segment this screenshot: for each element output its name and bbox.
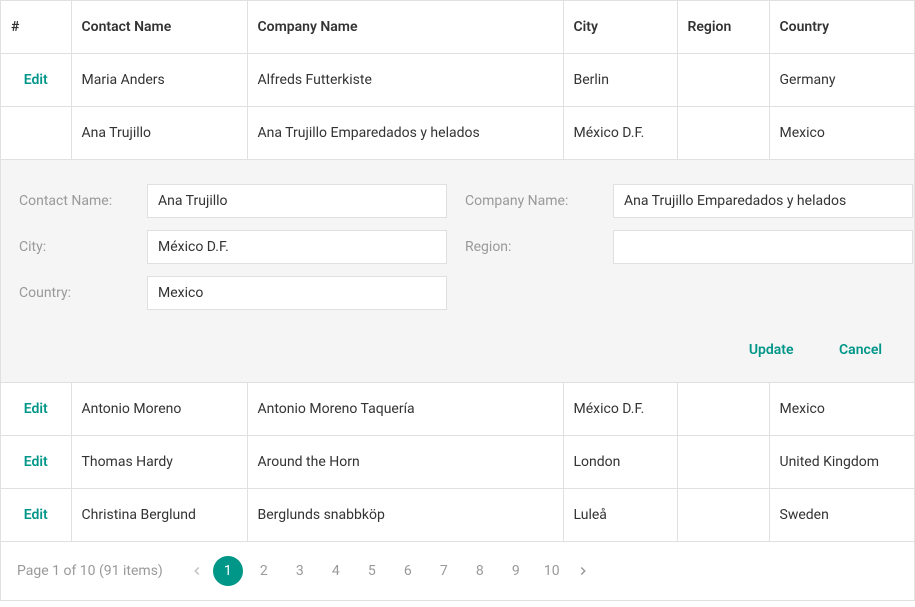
cell-city: México D.F. [563, 383, 677, 436]
input-country[interactable] [147, 276, 447, 310]
cell-contact: Christina Berglund [71, 489, 247, 542]
page-button-6[interactable]: 6 [393, 556, 423, 586]
page-button-4[interactable]: 4 [321, 556, 351, 586]
input-company[interactable] [613, 184, 913, 218]
cell-contact: Ana Trujillo [71, 107, 247, 160]
cell-country: Mexico [769, 383, 914, 436]
col-header-city[interactable]: City [563, 1, 677, 54]
table-row: Edit Maria Anders Alfreds Futterkiste Be… [1, 54, 914, 107]
edit-button[interactable]: Edit [1, 436, 71, 489]
page-button-7[interactable]: 7 [429, 556, 459, 586]
col-header-contact[interactable]: Contact Name [71, 1, 247, 54]
cell-region [677, 436, 769, 489]
table-row: Edit Thomas Hardy Around the Horn London… [1, 436, 914, 489]
cell-region [677, 54, 769, 107]
cell-company: Antonio Moreno Taquería [247, 383, 563, 436]
cell-city: Luleå [563, 489, 677, 542]
table-row: Ana Trujillo Ana Trujillo Emparedados y … [1, 107, 914, 160]
cell-region [677, 489, 769, 542]
prev-page-button[interactable] [187, 556, 207, 586]
edit-form-row: Contact Name: Company Name: City: Region… [1, 160, 914, 383]
cell-contact: Antonio Moreno [71, 383, 247, 436]
edit-button[interactable]: Edit [1, 383, 71, 436]
cell-country: United Kingdom [769, 436, 914, 489]
input-contact[interactable] [147, 184, 447, 218]
cell-contact: Thomas Hardy [71, 436, 247, 489]
next-page-button[interactable] [573, 556, 593, 586]
page-button-10[interactable]: 10 [537, 556, 567, 586]
page-button-8[interactable]: 8 [465, 556, 495, 586]
col-header-action[interactable]: # [1, 1, 71, 54]
label-company: Company Name: [465, 193, 595, 209]
page-button-9[interactable]: 9 [501, 556, 531, 586]
cell-region [677, 107, 769, 160]
grid-table: # Contact Name Company Name City Region … [1, 1, 914, 542]
pager-info: Page 1 of 10 (91 items) [17, 563, 163, 579]
cell-company: Alfreds Futterkiste [247, 54, 563, 107]
table-row: Edit Christina Berglund Berglunds snabbk… [1, 489, 914, 542]
col-header-region[interactable]: Region [677, 1, 769, 54]
input-city[interactable] [147, 230, 447, 264]
cancel-button[interactable]: Cancel [825, 336, 896, 364]
edit-button-placeholder [1, 107, 71, 160]
edit-button[interactable]: Edit [1, 54, 71, 107]
col-header-company[interactable]: Company Name [247, 1, 563, 54]
cell-city: México D.F. [563, 107, 677, 160]
page-button-3[interactable]: 3 [285, 556, 315, 586]
col-header-country[interactable]: Country [769, 1, 914, 54]
page-button-5[interactable]: 5 [357, 556, 387, 586]
cell-country: Germany [769, 54, 914, 107]
data-grid: # Contact Name Company Name City Region … [0, 0, 915, 601]
input-region[interactable] [613, 230, 913, 264]
cell-contact: Maria Anders [71, 54, 247, 107]
label-country: Country: [19, 285, 129, 301]
cell-country: Mexico [769, 107, 914, 160]
label-contact: Contact Name: [19, 193, 129, 209]
pager: Page 1 of 10 (91 items) 1 2 3 4 5 6 7 8 … [1, 542, 914, 600]
label-region: Region: [465, 239, 595, 255]
label-city: City: [19, 239, 129, 255]
cell-company: Around the Horn [247, 436, 563, 489]
chevron-right-icon [576, 564, 590, 578]
cell-country: Sweden [769, 489, 914, 542]
chevron-left-icon [190, 564, 204, 578]
page-button-2[interactable]: 2 [249, 556, 279, 586]
update-button[interactable]: Update [735, 336, 808, 364]
cell-city: London [563, 436, 677, 489]
page-button-1[interactable]: 1 [213, 556, 243, 586]
edit-button[interactable]: Edit [1, 489, 71, 542]
cell-company: Berglunds snabbköp [247, 489, 563, 542]
table-row: Edit Antonio Moreno Antonio Moreno Taque… [1, 383, 914, 436]
cell-city: Berlin [563, 54, 677, 107]
cell-company: Ana Trujillo Emparedados y helados [247, 107, 563, 160]
edit-form: Contact Name: Company Name: City: Region… [1, 160, 914, 382]
cell-region [677, 383, 769, 436]
